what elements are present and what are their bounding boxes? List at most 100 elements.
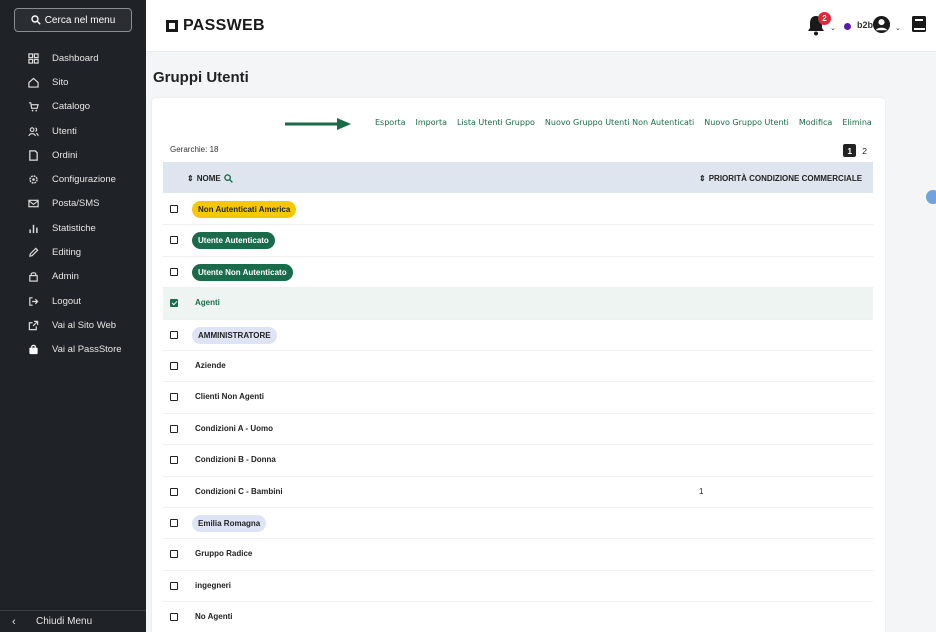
sidebar-item-posta-sms[interactable]: Posta/SMS <box>0 192 146 216</box>
chevron-down-icon[interactable]: ⌄ <box>895 24 901 32</box>
table-row[interactable]: No Agenti <box>163 602 873 632</box>
row-checkbox[interactable] <box>170 550 178 559</box>
arrow-right-icon <box>285 118 351 130</box>
menu-search-button[interactable]: Cerca nel menu <box>14 8 132 32</box>
table-row[interactable]: Agenti <box>163 288 873 320</box>
chevron-down-icon[interactable]: ⌄ <box>830 24 836 32</box>
sort-icon: ⇕ <box>699 174 706 183</box>
row-checkbox[interactable] <box>170 236 178 245</box>
row-checkbox[interactable] <box>170 581 178 590</box>
user-icon[interactable] <box>872 15 891 34</box>
status-dot <box>844 23 851 30</box>
dashboard-icon <box>26 51 40 65</box>
home-icon <box>26 75 40 89</box>
name-column-header[interactable]: ⇕ NOME <box>187 174 233 183</box>
sidebar-item-editing[interactable]: Editing <box>0 240 146 264</box>
search-icon[interactable] <box>223 174 233 183</box>
sidebar-nav: Dashboard Sito Catalogo Utenti Ordini Configu… <box>0 46 146 362</box>
row-checkbox[interactable] <box>170 393 178 402</box>
toolbar: Esporta Importa Lista Utenti Gruppo Nuovo G… <box>370 118 877 127</box>
table-body: Non Autenticati America Utente Autenticat… <box>163 194 873 632</box>
table-row[interactable]: Condizioni B - Donna <box>163 445 873 477</box>
mail-icon <box>26 197 40 211</box>
table-row[interactable]: ingegneri <box>163 571 873 603</box>
sidebar-item-label: Sito <box>52 76 69 88</box>
user-label[interactable]: b2b <box>857 20 873 30</box>
group-name: Utente Non Autenticato <box>192 263 293 281</box>
sidebar-item-label: Vai al Sito Web <box>52 319 117 331</box>
close-menu-label: Chiudi Menu <box>36 616 93 627</box>
nuovo-gruppo-utenti-button[interactable]: Nuovo Gruppo Utenti <box>699 118 794 127</box>
stats-icon <box>26 221 40 235</box>
sidebar-item-dashboard[interactable]: Dashboard <box>0 46 146 70</box>
sidebar-item-ordini[interactable]: Ordini <box>0 143 146 167</box>
lista-utenti-gruppo-button[interactable]: Lista Utenti Gruppo <box>452 118 540 127</box>
sidebar: Cerca nel menu Dashboard Sito Catalogo Uten… <box>0 0 146 632</box>
row-checkbox[interactable] <box>170 299 178 308</box>
sidebar-item-catalogo[interactable]: Catalogo <box>0 95 146 119</box>
sidebar-item-logout[interactable]: Logout <box>0 289 146 313</box>
sidebar-item-vai-al-passstore[interactable]: Vai al PassStore <box>0 338 146 362</box>
row-checkbox[interactable] <box>170 205 178 213</box>
sidebar-item-admin[interactable]: Admin <box>0 265 146 289</box>
page-1-button[interactable]: 1 <box>843 144 857 157</box>
row-checkbox[interactable] <box>170 487 178 496</box>
elimina-button[interactable]: Elimina <box>837 118 877 127</box>
sidebar-item-statistiche[interactable]: Statistiche <box>0 216 146 240</box>
group-name: Condizioni B - Donna <box>195 455 276 465</box>
sidebar-item-configurazione[interactable]: Configurazione <box>0 167 146 191</box>
cart-icon <box>26 100 40 114</box>
group-name: Clienti Non Agenti <box>195 392 265 402</box>
table-row[interactable]: Condizioni C - Bambini 1 <box>163 477 873 508</box>
row-checkbox[interactable] <box>170 613 178 622</box>
group-name: Utente Autenticato <box>192 232 275 250</box>
page-2-button[interactable]: 2 <box>862 146 867 156</box>
group-name: AMMINISTRATORE <box>192 326 277 344</box>
modifica-button[interactable]: Modifica <box>794 118 837 127</box>
sidebar-item-label: Statistiche <box>52 222 96 234</box>
row-checkbox[interactable] <box>170 361 178 370</box>
row-checkbox[interactable] <box>170 424 178 433</box>
orders-icon <box>26 148 40 162</box>
sidebar-item-label: Admin <box>52 271 79 283</box>
table-row[interactable]: Emilia Romagna <box>163 508 873 540</box>
book-icon[interactable] <box>911 15 927 33</box>
gear-icon <box>26 173 40 187</box>
accessibility-icon[interactable] <box>926 190 936 204</box>
sidebar-item-sito[interactable]: Sito <box>0 70 146 94</box>
users-icon <box>26 124 40 138</box>
logo: PASSWEB <box>166 17 265 35</box>
pagination: 1 2 <box>843 144 867 157</box>
importa-button[interactable]: Importa <box>411 118 452 127</box>
sidebar-item-label: Ordini <box>52 149 78 161</box>
admin-icon <box>26 270 40 284</box>
table-row[interactable]: AMMINISTRATORE <box>163 320 873 351</box>
top-header: PASSWEB 2 ⌄ b2b ⌄ <box>146 0 936 52</box>
table-row[interactable]: Clienti Non Agenti <box>163 382 873 414</box>
row-checkbox[interactable] <box>170 267 178 276</box>
nuovo-gruppo-utenti-non-autenticati-button[interactable]: Nuovo Gruppo Utenti Non Autenticati <box>540 118 699 127</box>
close-menu-button[interactable]: ‹ Chiudi Menu <box>0 610 146 632</box>
group-name: Agenti <box>195 298 220 308</box>
sidebar-item-label: Dashboard <box>52 52 99 64</box>
sidebar-item-utenti[interactable]: Utenti <box>0 119 146 143</box>
row-checkbox[interactable] <box>170 456 178 465</box>
group-name: No Agenti <box>195 612 233 622</box>
group-name: Non Autenticati America <box>192 201 297 218</box>
group-name: Emilia Romagna <box>192 514 267 532</box>
priority-column-header[interactable]: ⇕ PRIORITÀ CONDIZIONE COMMERCIALE <box>699 174 862 183</box>
table-row[interactable]: Condizioni A - Uomo <box>163 414 873 446</box>
group-name: Aziende <box>195 360 226 370</box>
esporta-button[interactable]: Esporta <box>370 118 411 127</box>
table-row[interactable]: Gruppo Radice <box>163 539 873 571</box>
row-checkbox[interactable] <box>170 518 178 527</box>
row-checkbox[interactable] <box>170 330 178 339</box>
table-row[interactable]: Utente Autenticato <box>163 225 873 257</box>
table-row[interactable]: Aziende <box>163 351 873 383</box>
table-row[interactable]: Utente Non Autenticato <box>163 257 873 289</box>
logo-text: PASSWEB <box>183 17 265 34</box>
bag-icon <box>26 343 40 357</box>
table-row[interactable]: Non Autenticati America <box>163 194 873 226</box>
logout-icon <box>26 294 40 308</box>
sidebar-item-vai-al-sito-web[interactable]: Vai al Sito Web <box>0 313 146 337</box>
